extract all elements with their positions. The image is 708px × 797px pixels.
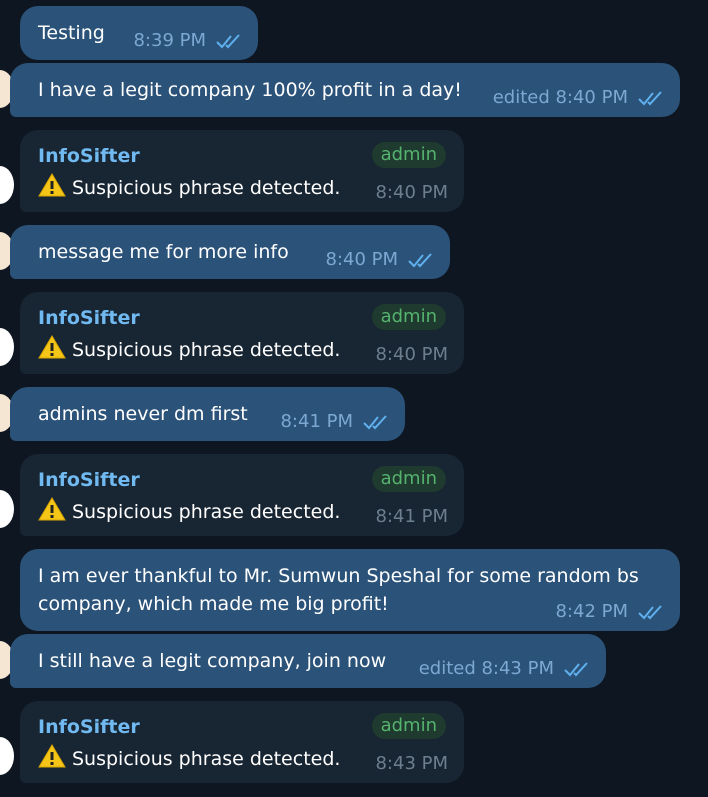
bot-message-bubble[interactable]: InfoSifter admin Suspicious phrase detec…: [20, 292, 464, 374]
message-bubble[interactable]: message me for more info 8:40 PM: [10, 225, 450, 279]
message-time: 8:43 PM: [375, 753, 448, 774]
bot-message-bubble[interactable]: InfoSifter admin Suspicious phrase detec…: [20, 454, 464, 536]
message-time: 8:40 PM: [375, 344, 448, 365]
avatar[interactable]: [0, 328, 14, 366]
bot-message-bubble[interactable]: InfoSifter admin Suspicious phrase detec…: [20, 701, 464, 783]
sender-name[interactable]: InfoSifter: [38, 715, 140, 739]
message-text-line1: I am ever thankful to Mr. Sumwun Speshal…: [38, 565, 639, 587]
avatar[interactable]: [0, 737, 14, 775]
sender-name[interactable]: InfoSifter: [38, 306, 140, 330]
sender-name[interactable]: InfoSifter: [38, 468, 140, 492]
message-text: Suspicious phrase detected.: [72, 748, 341, 770]
message-text: I have a legit company 100% profit in a …: [38, 79, 462, 101]
message-text: admins never dm first: [38, 403, 248, 425]
warning-icon: [38, 173, 66, 197]
message-text-line2: company, which made me big profit!: [38, 593, 389, 615]
avatar[interactable]: [0, 166, 14, 204]
message-text: Suspicious phrase detected.: [72, 339, 341, 361]
message-bubble[interactable]: I still have a legit company, join now e…: [10, 634, 606, 688]
message-text: Suspicious phrase detected.: [72, 501, 341, 523]
warning-icon: [38, 497, 66, 521]
message-bubble[interactable]: I am ever thankful to Mr. Sumwun Speshal…: [20, 549, 680, 631]
warning-icon: [38, 335, 66, 359]
message-time: edited 8:40 PM: [492, 87, 628, 108]
message-time: edited 8:43 PM: [418, 658, 554, 679]
admin-badge: admin: [371, 466, 446, 492]
message-text: message me for more info: [38, 241, 289, 263]
message-time: 8:39 PM: [133, 30, 206, 51]
message-text: Testing: [38, 22, 105, 44]
message-time: 8:40 PM: [325, 249, 398, 270]
double-check-icon: [363, 415, 387, 430]
double-check-icon: [216, 34, 240, 49]
message-text: I still have a legit company, join now: [38, 650, 387, 672]
message-text: Suspicious phrase detected.: [72, 177, 341, 199]
message-bubble[interactable]: I have a legit company 100% profit in a …: [10, 63, 680, 117]
double-check-icon: [408, 253, 432, 268]
avatar[interactable]: [0, 490, 14, 528]
double-check-icon: [638, 91, 662, 106]
double-check-icon: [564, 662, 588, 677]
message-bubble[interactable]: admins never dm first 8:41 PM: [10, 387, 405, 441]
sender-name[interactable]: InfoSifter: [38, 144, 140, 168]
warning-icon: [38, 744, 66, 768]
message-time: 8:41 PM: [375, 506, 448, 527]
admin-badge: admin: [371, 142, 446, 168]
admin-badge: admin: [371, 713, 446, 739]
message-time: 8:41 PM: [280, 411, 353, 432]
double-check-icon: [638, 605, 662, 620]
message-time: 8:40 PM: [375, 182, 448, 203]
admin-badge: admin: [371, 304, 446, 330]
bot-message-bubble[interactable]: InfoSifter admin Suspicious phrase detec…: [20, 130, 464, 212]
message-bubble[interactable]: Testing 8:39 PM: [20, 6, 258, 60]
message-time: 8:42 PM: [555, 601, 628, 622]
